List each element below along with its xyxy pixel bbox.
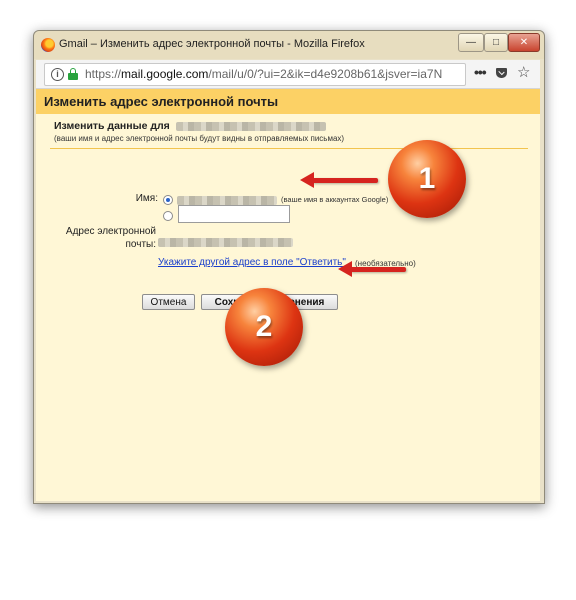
annotation-badge-2: 2 <box>225 288 303 366</box>
more-actions-icon[interactable]: ••• <box>474 65 487 79</box>
redacted-email-address <box>158 238 293 247</box>
cancel-button[interactable]: Отмена <box>142 294 195 310</box>
redacted-email <box>176 122 326 131</box>
window-title: Gmail – Изменить адрес электронной почты… <box>59 38 365 50</box>
lock-icon <box>68 68 78 80</box>
google-name-hint: (ваше имя в аккаунтах Google) <box>281 195 389 204</box>
url-bar[interactable]: i https://mail.google.com/mail/u/0/?ui=2… <box>44 63 466 86</box>
annotation-arrow-1 <box>300 172 378 188</box>
firefox-icon <box>41 38 55 52</box>
title-bar: Gmail – Изменить адрес электронной почты… <box>34 31 544 59</box>
custom-name-input[interactable] <box>178 205 290 223</box>
annotation-arrow-2 <box>338 261 406 277</box>
custom-name-radio[interactable] <box>163 211 173 221</box>
url-text[interactable]: https://mail.google.com/mail/u/0/?ui=2&i… <box>85 67 460 81</box>
section-subtitle: (ваши имя и адрес электронной почты буду… <box>54 134 345 143</box>
bookmark-star-icon[interactable]: ☆ <box>517 63 530 81</box>
email-label: Адрес электронной почты: <box>65 226 156 250</box>
divider <box>50 148 528 149</box>
browser-window: Gmail – Изменить адрес электронной почты… <box>33 30 545 504</box>
pocket-icon[interactable] <box>496 68 507 78</box>
minimize-button[interactable]: — <box>458 33 484 52</box>
section-title: Изменить данные для <box>54 120 170 132</box>
navigation-bar: i https://mail.google.com/mail/u/0/?ui=2… <box>36 60 540 89</box>
annotation-badge-1: 1 <box>388 140 466 218</box>
maximize-button[interactable]: □ <box>484 33 508 52</box>
dialog-header: Изменить адрес электронной почты <box>36 89 540 114</box>
close-button[interactable]: ✕ <box>508 33 540 52</box>
name-label: Имя: <box>135 193 158 204</box>
dialog-title: Изменить адрес электронной почты <box>44 94 279 109</box>
google-name-radio[interactable] <box>163 195 173 205</box>
dialog-content: Изменить адрес электронной почты Изменит… <box>36 89 540 501</box>
url-host: mail.google.com <box>121 67 209 81</box>
reply-to-link[interactable]: Укажите другой адрес в поле "Ответить" <box>158 257 346 268</box>
info-icon[interactable]: i <box>51 68 64 81</box>
redacted-name <box>177 196 277 205</box>
